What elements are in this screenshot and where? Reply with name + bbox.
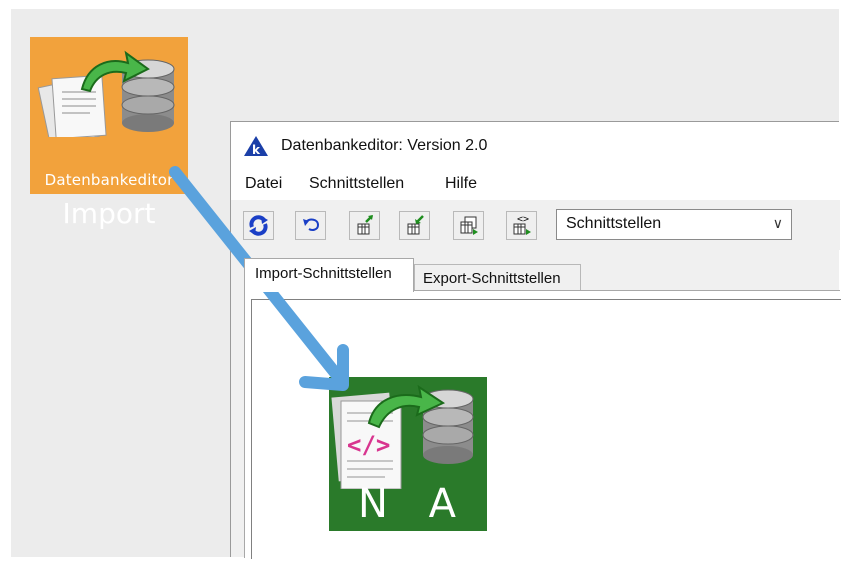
window-title: Datenbankeditor: Version 2.0 — [281, 137, 488, 154]
table-code-button[interactable]: <> — [506, 211, 537, 240]
import-tile-label: Import — [62, 197, 156, 230]
svg-text:<>: <> — [517, 214, 529, 225]
app-window: k Datenbankeditor: Version 2.0 Datei Sch… — [230, 121, 841, 559]
refresh-button[interactable] — [243, 211, 274, 240]
svg-text:</>: </> — [347, 431, 390, 459]
schnittstellen-select[interactable]: Schnittstellen ∨ — [556, 209, 792, 240]
menu-schnittstellen[interactable]: Schnittstellen — [309, 175, 404, 193]
title-bar: k Datenbankeditor: Version 2.0 — [231, 122, 840, 168]
tab-strip: Import-Schnittstellen Export-Schnittstel… — [231, 250, 840, 292]
import-table-icon — [407, 215, 424, 235]
table-code-icon: <> — [513, 214, 531, 235]
menu-bar: Datei Schnittstellen Hilfe — [231, 168, 840, 200]
svg-text:k: k — [252, 143, 261, 157]
import-tile-caption: Datenbankeditor — [44, 171, 174, 189]
undo-icon — [303, 218, 320, 231]
refresh-icon — [249, 215, 268, 236]
menu-hilfe[interactable]: Hilfe — [445, 175, 477, 193]
toolbar: <> Schnittstellen ∨ — [231, 200, 840, 250]
table-copy-icon — [460, 216, 478, 235]
export-table-button[interactable] — [349, 211, 380, 240]
undo-button[interactable] — [295, 211, 326, 240]
xml-database-import-icon: </> — [331, 384, 474, 489]
tab-export-schnittstellen[interactable]: Export-Schnittstellen — [414, 264, 581, 292]
chevron-down-icon: ∨ — [772, 215, 783, 231]
nas-tile[interactable]: </> N A S — [329, 377, 487, 570]
export-table-icon — [357, 215, 373, 235]
import-table-button[interactable] — [399, 211, 430, 240]
k-logo-icon: k — [244, 136, 268, 157]
tab-import-schnittstellen[interactable]: Import-Schnittstellen — [244, 258, 414, 292]
nas-tile-label: N A S — [358, 481, 470, 570]
select-value: Schnittstellen — [566, 215, 662, 232]
menu-datei[interactable]: Datei — [245, 175, 282, 193]
import-tile[interactable]: Datenbankeditor Import — [30, 37, 188, 230]
table-copy-button[interactable] — [453, 211, 484, 240]
document-database-import-icon — [37, 50, 175, 137]
